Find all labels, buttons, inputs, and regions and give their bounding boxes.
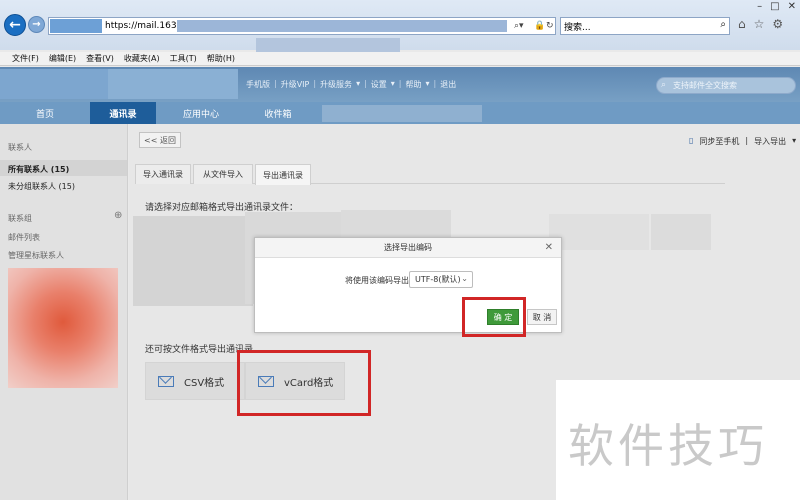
subtab-import[interactable]: 导入通讯录 <box>135 164 191 184</box>
dialog-title: 选择导出编码 <box>384 243 432 252</box>
back-button[interactable]: << 返回 <box>139 132 181 148</box>
add-group-icon[interactable]: ⊕ <box>114 210 122 221</box>
star-icon[interactable]: ☆ <box>754 17 765 31</box>
tab-home[interactable]: 首页 <box>0 102 90 124</box>
encoding-value: UTF-8(默认) <box>415 275 461 284</box>
encoding-label: 将使用该编码导出： <box>345 276 417 285</box>
logo-redacted <box>0 69 108 99</box>
sidebar-item-mail-list[interactable]: 邮件列表 <box>8 232 40 243</box>
import-export-link[interactable]: 导入导出 <box>754 136 786 147</box>
mail-header: 手机版 | 升级VIP | 升级服务 ▾ | 设置 ▾ | 帮助 ▾ | 退出 ⌕ 支持邮件全文… <box>0 67 800 105</box>
url-redacted-prefix <box>50 19 102 33</box>
mail-search-placeholder: 支持邮件全文搜索 <box>673 81 737 90</box>
url-redacted-rest <box>177 20 507 32</box>
forward-arrow-icon[interactable]: → <box>28 16 45 33</box>
sidebar-item-manage-star[interactable]: 管理星标联系人 <box>8 250 64 261</box>
browser-menubar: 文件(F) 编辑(E) 查看(V) 收藏夹(A) 工具(T) 帮助(H) <box>0 52 800 66</box>
refresh-icon[interactable]: ↻ <box>546 21 554 31</box>
menu-favorites[interactable]: 收藏夹(A) <box>124 53 160 64</box>
chevron-down-icon: ⌄ <box>461 274 468 283</box>
back-arrow-icon[interactable]: ← <box>4 14 26 36</box>
envelope-icon <box>158 375 174 387</box>
contacts-sidebar: 联系人 所有联系人 (15) 未分组联系人 (15) 联系组 ⊕ 邮件列表 管理… <box>0 124 128 500</box>
logout-link[interactable]: 退出 <box>440 79 456 90</box>
redacted-area <box>133 216 253 306</box>
address-bar[interactable]: https://mail.163.com ⌕▾ 🔒 ↻ <box>48 17 556 35</box>
cancel-button[interactable]: 取 消 <box>527 309 557 325</box>
menu-file[interactable]: 文件(F) <box>12 53 39 64</box>
menu-help[interactable]: 帮助(H) <box>207 53 235 64</box>
home-icon[interactable]: ⌂ <box>738 17 746 31</box>
subtab-export[interactable]: 导出通讯录 <box>255 164 311 185</box>
lock-icon: 🔒 <box>534 21 546 31</box>
tab-app-center[interactable]: 应用中心 <box>156 102 246 124</box>
search-icon[interactable]: ⌕ <box>720 19 726 30</box>
encoding-select[interactable]: UTF-8(默认) ⌄ <box>409 271 473 288</box>
redacted-tab <box>322 105 482 122</box>
help-link[interactable]: 帮助 <box>406 79 422 90</box>
browser-search-placeholder: 搜索... <box>564 22 591 33</box>
gear-icon[interactable]: ⚙ <box>772 17 783 31</box>
subtab-from-file[interactable]: 从文件导入 <box>193 164 253 184</box>
browser-toolbar: ← → https://mail.163.com ⌕▾ 🔒 ↻ 搜索... ⌕ … <box>0 0 800 52</box>
csv-export-button[interactable]: CSV格式 <box>145 362 245 400</box>
redacted-image <box>8 268 118 388</box>
close-icon[interactable]: ✕ <box>545 242 553 253</box>
menu-edit[interactable]: 编辑(E) <box>49 53 76 64</box>
export-subtabs: 导入通讯录 从文件导入 导出通讯录 <box>135 164 725 185</box>
sidebar-item-all-contacts[interactable]: 所有联系人 (15) <box>8 164 69 175</box>
redacted-area <box>549 214 649 250</box>
maximize-icon[interactable]: □ <box>770 1 779 12</box>
mobile-link[interactable]: 手机版 <box>246 79 270 90</box>
main-tabs: 首页 通讯录 应用中心 收件箱 <box>0 102 800 124</box>
groups-section-title: 联系组 <box>8 214 32 223</box>
tab-inbox[interactable]: 收件箱 <box>246 102 310 124</box>
upgrade-vip-link[interactable]: 升级VIP <box>281 79 310 90</box>
mail-search-input[interactable]: ⌕ 支持邮件全文搜索 <box>656 77 796 94</box>
vcard-highlight-box <box>237 350 371 416</box>
search-icon: ⌕ <box>661 80 667 90</box>
account-redacted <box>108 69 238 99</box>
sidebar-item-ungrouped[interactable]: 未分组联系人 (15) <box>8 181 75 192</box>
csv-label: CSV格式 <box>184 377 225 389</box>
redacted-area <box>651 214 711 250</box>
watermark-text: 软件技巧 <box>568 419 768 473</box>
phone-icon: ▯ <box>689 136 694 145</box>
tab-contacts[interactable]: 通讯录 <box>90 102 156 124</box>
sync-to-phone-link[interactable]: 同步至手机 <box>699 136 739 147</box>
menu-view[interactable]: 查看(V) <box>86 53 114 64</box>
browser-search-input[interactable]: 搜索... ⌕ <box>560 17 730 35</box>
search-dropdown-icon[interactable]: ⌕▾ <box>514 21 524 31</box>
contacts-section-title: 联系人 <box>8 143 32 152</box>
redacted-tab <box>256 38 400 52</box>
settings-link[interactable]: 设置 <box>371 79 387 90</box>
upgrade-service-link[interactable]: 升级服务 <box>320 79 352 90</box>
watermark: 软件技巧 <box>556 380 800 500</box>
close-icon[interactable]: ✕ <box>788 1 796 12</box>
dialog-title-bar: 选择导出编码 ✕ <box>255 238 561 258</box>
menu-tools[interactable]: 工具(T) <box>170 53 197 64</box>
confirm-highlight-box <box>462 297 526 337</box>
minimize-icon[interactable]: – <box>757 1 762 12</box>
